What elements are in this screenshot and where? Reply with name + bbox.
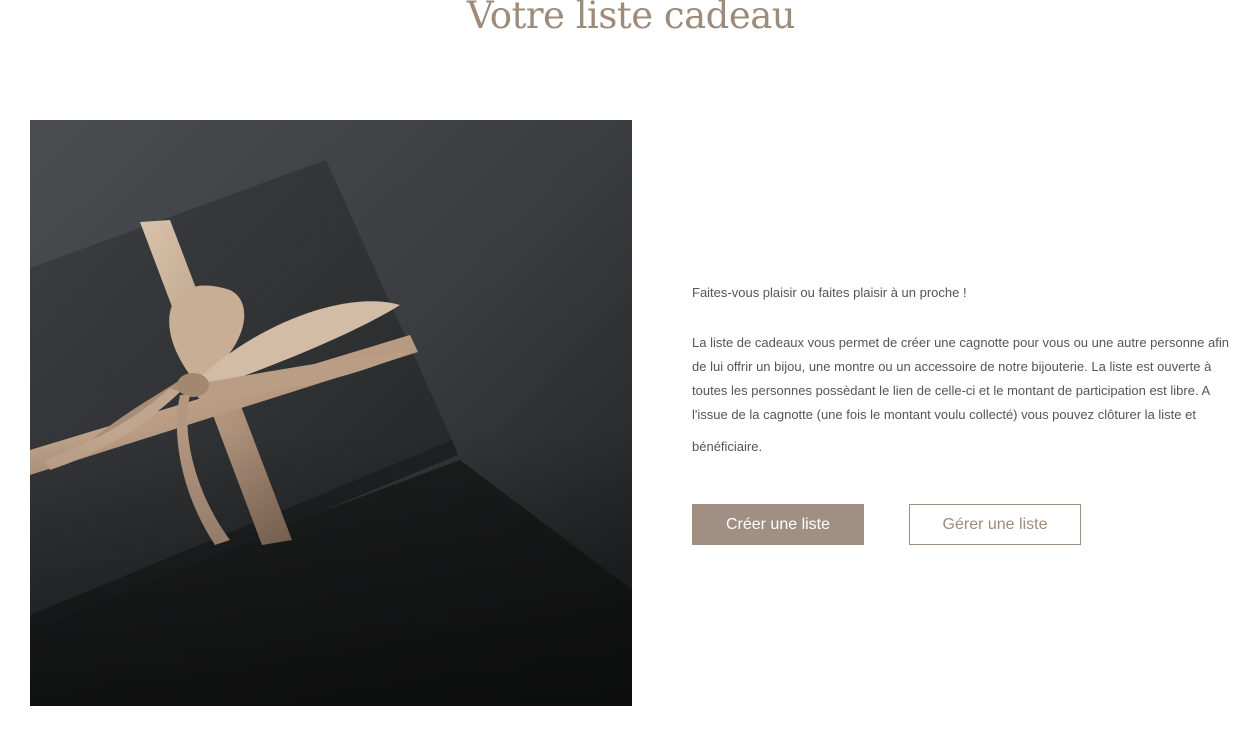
page-title: Votre liste cadeau	[466, 0, 796, 37]
create-list-button[interactable]: Créer une liste	[692, 504, 864, 545]
actions: Créer une liste Gérer une liste	[692, 504, 1092, 546]
description-end-text: bénéficiaire.	[692, 439, 763, 454]
gift-list-content: Faites-vous plaisir ou faites plaisir à …	[692, 283, 1237, 459]
description-text: La liste de cadeaux vous permet de créer…	[692, 335, 1229, 422]
intro-text: Faites-vous plaisir ou faites plaisir à …	[692, 285, 967, 300]
manage-list-button[interactable]: Gérer une liste	[909, 504, 1081, 545]
gift-box-image	[30, 120, 632, 706]
